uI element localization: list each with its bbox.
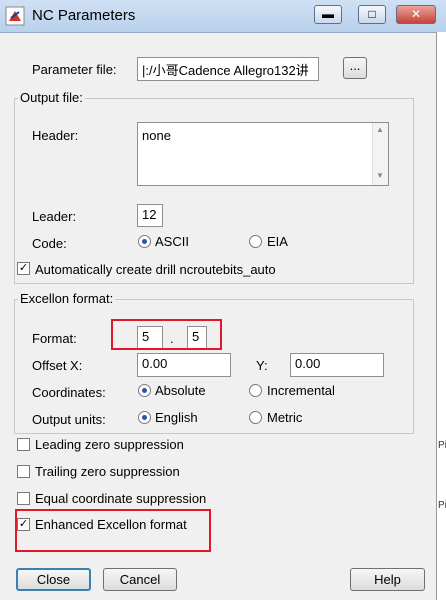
background-window-edge <box>436 32 446 600</box>
excellon-format-group-label: Excellon format: <box>18 291 116 306</box>
help-button[interactable]: Help <box>350 568 425 591</box>
header-label: Header: <box>32 128 79 143</box>
output-file-group-label: Output file: <box>18 90 85 105</box>
code-ascii-label[interactable]: ASCII <box>155 234 189 249</box>
header-scrollbar[interactable]: ▲ ▼ <box>372 123 388 185</box>
app-icon <box>5 6 25 26</box>
units-metric-radio[interactable] <box>249 411 262 424</box>
title-bar: NC Parameters ▬ □ ✕ <box>0 0 446 33</box>
equal-coordinate-checkbox[interactable] <box>17 492 30 505</box>
scroll-down-icon[interactable]: ▼ <box>376 171 384 180</box>
auto-create-label[interactable]: Automatically create drill ncroutebits_a… <box>35 262 276 277</box>
background-text: Pi <box>438 440 446 451</box>
trailing-zero-checkbox[interactable] <box>17 465 30 478</box>
enhanced-highlight-box <box>15 509 211 552</box>
coordinates-absolute-label[interactable]: Absolute <box>155 383 206 398</box>
coordinates-incremental-label[interactable]: Incremental <box>267 383 335 398</box>
checkmark-icon: ✓ <box>18 262 29 274</box>
equal-coordinate-label[interactable]: Equal coordinate suppression <box>35 491 206 506</box>
format-highlight-box <box>111 319 222 350</box>
offset-y-input[interactable]: 0.00 <box>290 353 384 377</box>
parameter-file-value: |:/小哥Cadence Allegro132讲 <box>142 63 309 78</box>
coordinates-label: Coordinates: <box>32 385 106 400</box>
offset-y-label: Y: <box>256 358 268 373</box>
leader-value: 12 <box>142 207 157 222</box>
trailing-zero-label[interactable]: Trailing zero suppression <box>35 464 180 479</box>
close-button[interactable]: Close <box>16 568 91 591</box>
code-ascii-radio[interactable] <box>138 235 151 248</box>
leader-label: Leader: <box>32 209 77 224</box>
units-metric-label[interactable]: Metric <box>267 410 302 425</box>
auto-create-checkbox[interactable]: ✓ <box>17 262 30 275</box>
units-english-radio[interactable] <box>138 411 151 424</box>
units-english-label[interactable]: English <box>155 410 198 425</box>
offset-x-input[interactable]: 0.00 <box>137 353 231 377</box>
output-units-label: Output units: <box>32 412 106 427</box>
offset-y-value: 0.00 <box>295 356 321 371</box>
coordinates-absolute-radio[interactable] <box>138 384 151 397</box>
window-title: NC Parameters <box>32 7 136 24</box>
maximize-button[interactable]: □ <box>358 5 386 24</box>
browse-button[interactable]: ... <box>343 57 367 79</box>
header-value: none <box>142 128 171 143</box>
parameter-file-label: Parameter file: <box>32 62 117 77</box>
format-label: Format: <box>32 331 77 346</box>
code-eia-label[interactable]: EIA <box>267 234 288 249</box>
code-eia-radio[interactable] <box>249 235 262 248</box>
close-window-button[interactable]: ✕ <box>396 5 436 24</box>
offset-x-value: 0.00 <box>142 356 168 371</box>
cancel-button[interactable]: Cancel <box>103 568 177 591</box>
parameter-file-input[interactable]: |:/小哥Cadence Allegro132讲 <box>137 57 319 81</box>
header-textarea[interactable]: none <box>137 122 389 186</box>
background-text: Pi <box>438 500 446 511</box>
minimize-button[interactable]: ▬ <box>314 5 342 24</box>
close-icon: ✕ <box>410 7 422 21</box>
coordinates-incremental-radio[interactable] <box>249 384 262 397</box>
leading-zero-label[interactable]: Leading zero suppression <box>35 437 184 452</box>
scroll-up-icon[interactable]: ▲ <box>376 125 384 134</box>
minimize-icon: ▬ <box>322 7 334 21</box>
code-label: Code: <box>32 236 67 251</box>
offset-x-label: Offset X: <box>32 358 83 373</box>
maximize-icon: □ <box>368 7 376 21</box>
leading-zero-checkbox[interactable] <box>17 438 30 451</box>
leader-input[interactable]: 12 <box>137 204 163 227</box>
